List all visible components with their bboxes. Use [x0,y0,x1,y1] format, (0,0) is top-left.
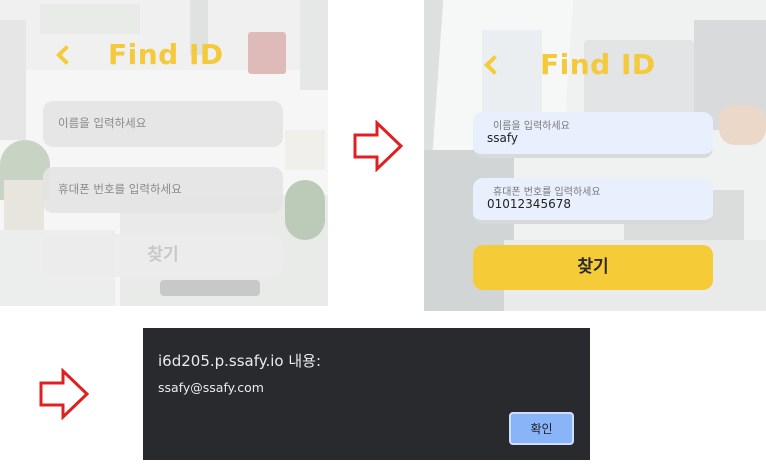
step-arrow-icon [353,120,404,172]
alert-message: ssafy@ssafy.com [158,380,264,395]
name-input[interactable]: 이름을 입력하세요 ssafy [473,112,713,158]
name-placeholder: 이름을 입력하세요 [58,116,147,130]
phone-field-value: 01012345678 [487,197,571,211]
name-field-label: 이름을 입력하세요 [493,121,570,132]
find-button-disabled[interactable]: 찾기 [43,234,283,277]
header: Find ID [52,38,224,71]
find-id-screen-empty: Find ID 이름을 입력하세요 휴대폰 번호를 입력하세요 찾기 [0,0,328,306]
find-id-screen-filled: Find ID 이름을 입력하세요 ssafy 휴대폰 번호를 입력하세요 01… [424,0,766,311]
header: Find ID [480,48,656,81]
phone-placeholder: 휴대폰 번호를 입력하세요 [58,182,182,196]
step-arrow-icon [39,368,90,420]
name-input[interactable]: 이름을 입력하세요 [43,101,283,147]
back-chevron-icon[interactable] [52,44,74,66]
page-title: Find ID [108,38,224,71]
alert-title: i6d205.p.ssafy.io 내용: [158,352,322,370]
phone-input[interactable]: 휴대폰 번호를 입력하세요 01012345678 [473,178,713,224]
phone-input[interactable]: 휴대폰 번호를 입력하세요 [43,167,283,213]
ok-button[interactable]: 확인 [509,412,574,445]
back-chevron-icon[interactable] [480,54,502,76]
phone-field-label: 휴대폰 번호를 입력하세요 [493,187,601,198]
browser-alert-dialog: i6d205.p.ssafy.io 내용: ssafy@ssafy.com 확인 [143,328,590,460]
page-title: Find ID [540,48,656,81]
name-field-value: ssafy [487,131,518,145]
find-button[interactable]: 찾기 [473,245,713,290]
